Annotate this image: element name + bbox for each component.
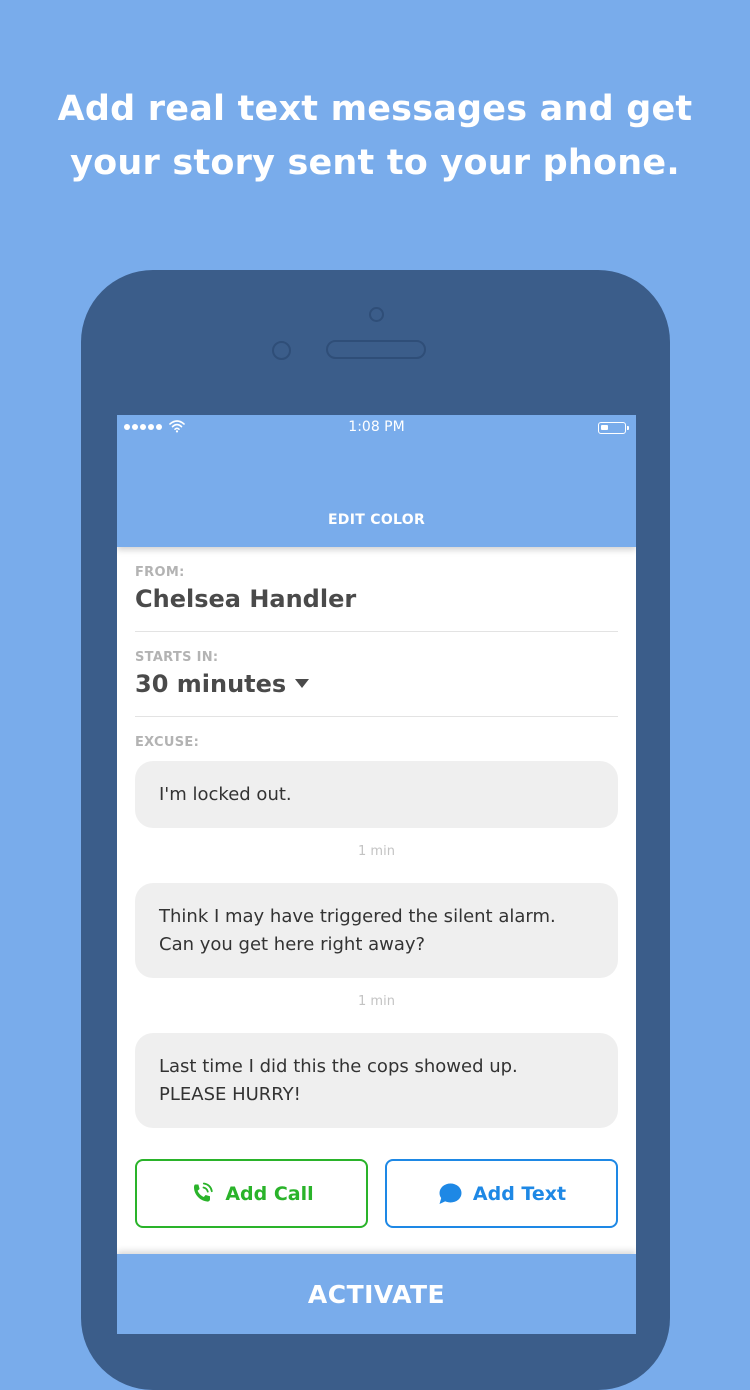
from-field[interactable]: FROM: Chelsea Handler [135, 565, 618, 613]
add-text-label: Add Text [472, 1182, 567, 1205]
phone-camera [369, 307, 384, 322]
divider [135, 631, 618, 632]
starts-in-field[interactable]: STARTS IN: 30 minutes [135, 650, 618, 698]
from-value: Chelsea Handler [135, 585, 357, 613]
chat-bubble-icon [439, 1183, 462, 1204]
message-timestamp: 1 min [358, 994, 395, 1009]
message-timestamp: 1 min [358, 844, 395, 859]
add-text-button[interactable]: Add Text [385, 1159, 618, 1228]
status-bar: 1:08 PM [117, 415, 636, 441]
message-line: I'm locked out. [159, 783, 292, 805]
message-line: Last time I did this the cops showed up. [159, 1055, 518, 1077]
phone-sensor [272, 341, 291, 360]
divider [135, 716, 618, 717]
caret-down-icon [295, 679, 310, 688]
phone-speaker [326, 340, 426, 359]
message-bubble[interactable]: I'm locked out. [135, 761, 618, 828]
edit-color-button[interactable]: EDIT COLOR [117, 512, 636, 528]
message-line: Think I may have triggered the silent al… [159, 905, 556, 927]
excuse-label: EXCUSE: [135, 735, 200, 750]
message-line: PLEASE HURRY! [159, 1083, 301, 1105]
starts-in-label: STARTS IN: [135, 650, 219, 665]
starts-in-dropdown[interactable]: 30 minutes [135, 670, 618, 698]
add-call-label: Add Call [225, 1182, 314, 1205]
headline-line-2: your story sent to your phone. [70, 143, 680, 183]
starts-in-value: 30 minutes [135, 670, 287, 698]
message-bubble[interactable]: Think I may have triggered the silent al… [135, 883, 618, 978]
excuse-field: EXCUSE: [135, 735, 618, 750]
battery-icon [598, 422, 629, 434]
message-text: I'm locked out. [159, 781, 292, 809]
message-text: Think I may have triggered the silent al… [159, 903, 556, 959]
from-label: FROM: [135, 565, 185, 580]
phone-call-icon [194, 1182, 214, 1202]
message-text: Last time I did this the cops showed up.… [159, 1053, 518, 1109]
message-bubble[interactable]: Last time I did this the cops showed up.… [135, 1033, 618, 1128]
status-time: 1:08 PM [348, 419, 405, 435]
message-line: Can you get here right away? [159, 933, 426, 955]
phone-screen: 1:08 PM EDIT COLOR FROM: Chelsea Handler… [117, 415, 636, 1334]
headline: Add real text messages and get your stor… [0, 82, 750, 190]
app-header: 1:08 PM EDIT COLOR [117, 415, 636, 547]
headline-line-1: Add real text messages and get [57, 89, 693, 129]
add-call-button[interactable]: Add Call [135, 1159, 368, 1228]
activate-button[interactable]: ACTIVATE [117, 1254, 636, 1334]
